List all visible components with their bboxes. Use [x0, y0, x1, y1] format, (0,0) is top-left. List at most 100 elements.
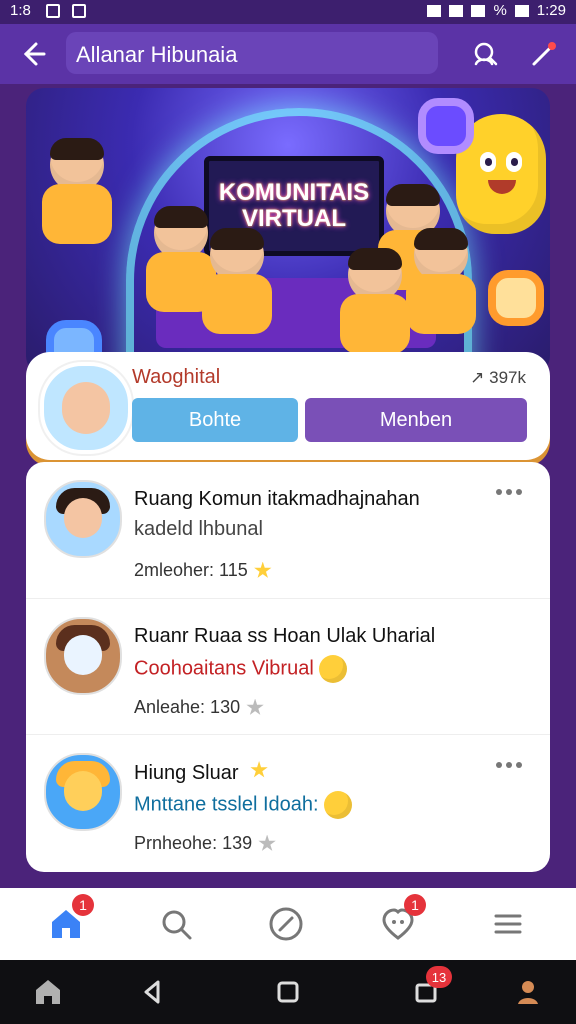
- person-5: [406, 228, 476, 334]
- avatar-face: [64, 771, 102, 811]
- status-bar: 1:8 % 1:29: [0, 0, 576, 24]
- system-recents-button[interactable]: 13: [410, 966, 452, 1008]
- primary-action-button[interactable]: Bohte: [132, 398, 298, 442]
- star-icon: [254, 561, 272, 578]
- notifications-badge: 1: [404, 894, 426, 916]
- compose-icon: [269, 907, 303, 941]
- system-back-button[interactable]: [136, 976, 168, 1008]
- list-item-meta: Anleahe: 130: [134, 697, 264, 718]
- dot-icon: [496, 489, 502, 495]
- list-item-subtitle: kadeld lhbunal: [134, 518, 263, 540]
- list-item-subtitle: Coohoaitans Vibrual: [134, 655, 348, 683]
- community-list: Ruang Komun itakmadhajnahan kadeld lhbun…: [26, 462, 550, 872]
- list-item-meta: Prnheohe: 139: [134, 833, 276, 854]
- battery-percent: %: [493, 2, 507, 19]
- more-options-button[interactable]: [496, 482, 532, 502]
- app-bar: Allanar Hibunaia: [0, 24, 576, 84]
- list-item-title: Ruang Komun itakmadhajnahan: [134, 488, 420, 510]
- hair: [414, 228, 468, 250]
- person-2: [146, 206, 216, 312]
- bluetooth-icon: [427, 4, 442, 17]
- grin-emoji-icon: [324, 791, 353, 819]
- list-item-title-text: Hiung Sluar: [134, 762, 239, 784]
- list-item[interactable]: Hiung Sluar Mnttane tsslel Idoah: Prnheo…: [26, 734, 550, 871]
- hair: [210, 228, 264, 250]
- profile-avatar[interactable]: [40, 362, 132, 454]
- decor-ring-top: [418, 98, 474, 154]
- list-item-avatar: [44, 753, 122, 831]
- hair: [154, 206, 208, 228]
- search-user-button[interactable]: [466, 36, 502, 72]
- dot-icon: [496, 762, 502, 768]
- magic-wand-button[interactable]: [526, 36, 562, 72]
- app-title: Allanar Hibunaia: [76, 42, 238, 67]
- status-icon-1: [46, 4, 60, 18]
- status-time-right: 1:29: [536, 2, 566, 19]
- status-right-group: % 1:29: [427, 2, 566, 19]
- battery-icon: [514, 4, 529, 17]
- person-3: [202, 228, 272, 334]
- wifi-icon: [449, 4, 464, 17]
- dot-icon: [516, 762, 522, 768]
- status-icon-2: [72, 4, 86, 18]
- system-badge: 13: [426, 966, 452, 988]
- person-1: [42, 138, 112, 244]
- more-options-button[interactable]: [496, 755, 532, 775]
- profile-count: ↗ 397k: [470, 368, 526, 387]
- signal-icon: [471, 4, 486, 17]
- list-item[interactable]: Ruang Komun itakmadhajnahan kadeld lhbun…: [26, 462, 550, 598]
- menu-icon: [494, 914, 522, 934]
- system-home-button[interactable]: [32, 976, 64, 1008]
- home-badge: 1: [72, 894, 94, 916]
- bottom-navigation: 1 1: [0, 888, 576, 960]
- list-item-subtitle-text: Coohoaitans Vibrual: [134, 657, 314, 680]
- hero-screen-text: KOMUNITAIS VIRTUAL: [218, 179, 370, 232]
- list-item-avatar: [44, 617, 122, 695]
- profile-button[interactable]: [512, 976, 544, 1008]
- list-item-subtitle-text: Mnttane tsslel Idoah:: [134, 793, 319, 816]
- house-icon: [36, 980, 60, 1004]
- list-item-avatar: [44, 480, 122, 558]
- nav-menu-button[interactable]: [488, 904, 528, 944]
- body: [406, 274, 476, 334]
- dot-icon: [506, 762, 512, 768]
- profile-name: Waoghital: [132, 366, 221, 388]
- list-item-subtitle: Mnttane tsslel Idoah:: [134, 791, 353, 819]
- list-item-meta-text: Anleahe: 130: [134, 697, 241, 717]
- list-item-meta: 2mleoher: 115: [134, 560, 272, 581]
- body: [340, 294, 410, 354]
- nav-home-button[interactable]: 1: [46, 894, 94, 944]
- dot-icon: [506, 489, 512, 495]
- system-navigation-bar: 13: [0, 960, 576, 1024]
- body: [42, 184, 112, 244]
- magic-wand-icon: [532, 42, 556, 66]
- back-button[interactable]: [14, 36, 50, 72]
- star-icon: [246, 698, 264, 715]
- status-time-left: 1:8: [10, 2, 31, 19]
- avatar-face: [64, 635, 102, 675]
- nav-compose-button[interactable]: [266, 904, 306, 944]
- mascot-mouth: [488, 180, 516, 194]
- back-arrow-icon: [23, 42, 46, 66]
- mascot-eye-left: [480, 152, 496, 172]
- nav-search-button[interactable]: [156, 904, 196, 944]
- list-item-title: Hiung Sluar: [134, 761, 268, 785]
- hair: [348, 248, 402, 270]
- back-triangle-icon: [144, 980, 160, 1004]
- star-icon: [250, 761, 268, 778]
- list-item-title: Ruanr Ruaa ss Hoan Ulak Uharial: [134, 625, 436, 647]
- member-button[interactable]: Menben: [305, 398, 527, 442]
- avatar-face: [62, 382, 110, 434]
- mascot-eye-right: [506, 152, 522, 172]
- person-6: [340, 248, 410, 354]
- system-overview-button[interactable]: [272, 976, 304, 1008]
- nav-notifications-button[interactable]: 1: [378, 894, 426, 944]
- hero-illustration: KOMUNITAIS VIRTUAL: [26, 88, 550, 374]
- star-icon: [258, 834, 276, 851]
- list-item[interactable]: Ruanr Ruaa ss Hoan Ulak Uharial Coohoait…: [26, 598, 550, 735]
- user-icon: [518, 981, 538, 1004]
- body: [202, 274, 272, 334]
- hair: [50, 138, 104, 160]
- list-item-meta-text: 2mleoher: 115: [134, 560, 248, 580]
- profile-card: Waoghital ↗ 397k Bohte Menben: [26, 352, 550, 460]
